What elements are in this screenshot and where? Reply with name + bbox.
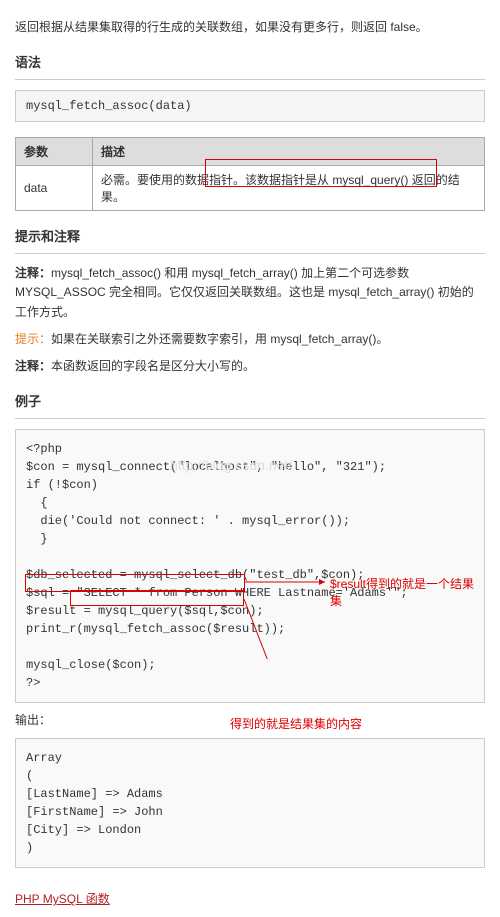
syntax-code: mysql_fetch_assoc(data)	[15, 90, 485, 122]
param-desc: 必需。要使用的数据指针。该数据指针是从 mysql_query() 返回的结果。	[93, 166, 485, 211]
note-1: 注释：mysql_fetch_assoc() 和用 mysql_fetch_ar…	[15, 264, 485, 322]
intro-text: 返回根据从结果集取得的行生成的关联数组，如果没有更多行，则返回 false。	[15, 18, 485, 37]
param-name: data	[16, 166, 93, 211]
param-header-desc: 描述	[93, 138, 485, 166]
divider	[15, 79, 485, 80]
annotation-2: 得到的就是结果集的内容	[230, 715, 362, 732]
divider	[15, 418, 485, 419]
output-code: Array ( [LastName] => Adams [FirstName] …	[15, 738, 485, 868]
tip: 提示：如果在关联索引之外还需要数字索引，用 mysql_fetch_array(…	[15, 330, 485, 349]
divider	[15, 253, 485, 254]
note-2: 注释：本函数返回的字段名是区分大小写的。	[15, 357, 485, 376]
param-header-name: 参数	[16, 138, 93, 166]
table-row: data 必需。要使用的数据指针。该数据指针是从 mysql_query() 返…	[16, 166, 485, 211]
example-heading: 例子	[15, 391, 485, 410]
notes-heading: 提示和注释	[15, 226, 485, 245]
syntax-heading: 语法	[15, 52, 485, 71]
example-code: <?php $con = mysql_connect("localhost", …	[15, 429, 485, 703]
footer-link[interactable]: PHP MySQL 函数	[15, 890, 485, 907]
params-table: 参数 描述 data 必需。要使用的数据指针。该数据指针是从 mysql_que…	[15, 137, 485, 211]
annotation-1: $result得到的就是一个结果集	[330, 575, 485, 609]
